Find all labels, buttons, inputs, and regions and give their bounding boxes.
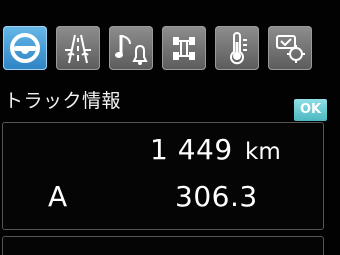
odometer-unit: km (245, 139, 281, 165)
trip-value: 306.3 (175, 180, 258, 213)
road-icon (65, 34, 91, 64)
music-bell-tile[interactable] (109, 26, 153, 70)
lower-info-panel (2, 236, 324, 255)
odometer-value: 1 449 (150, 133, 233, 166)
menu-icon-bar (0, 26, 340, 78)
settings-tile[interactable] (268, 26, 312, 70)
ok-button[interactable]: OK (294, 99, 327, 121)
steering-wheel-tile[interactable] (3, 26, 47, 70)
settings-icon (276, 35, 305, 63)
truck-chassis-icon (173, 37, 195, 60)
page-title: トラック情報 (4, 90, 122, 112)
road-tile[interactable] (56, 26, 100, 70)
truck-info-screen: トラック情報 OK 1 449 km A 306.3 (0, 0, 340, 255)
steering-wheel-icon (10, 33, 40, 63)
temperature-tile[interactable] (215, 26, 259, 70)
music-bell-icon (115, 35, 148, 65)
trip-label: A (48, 180, 68, 213)
temperature-icon (230, 32, 247, 65)
truck-chassis-tile[interactable] (162, 26, 206, 70)
